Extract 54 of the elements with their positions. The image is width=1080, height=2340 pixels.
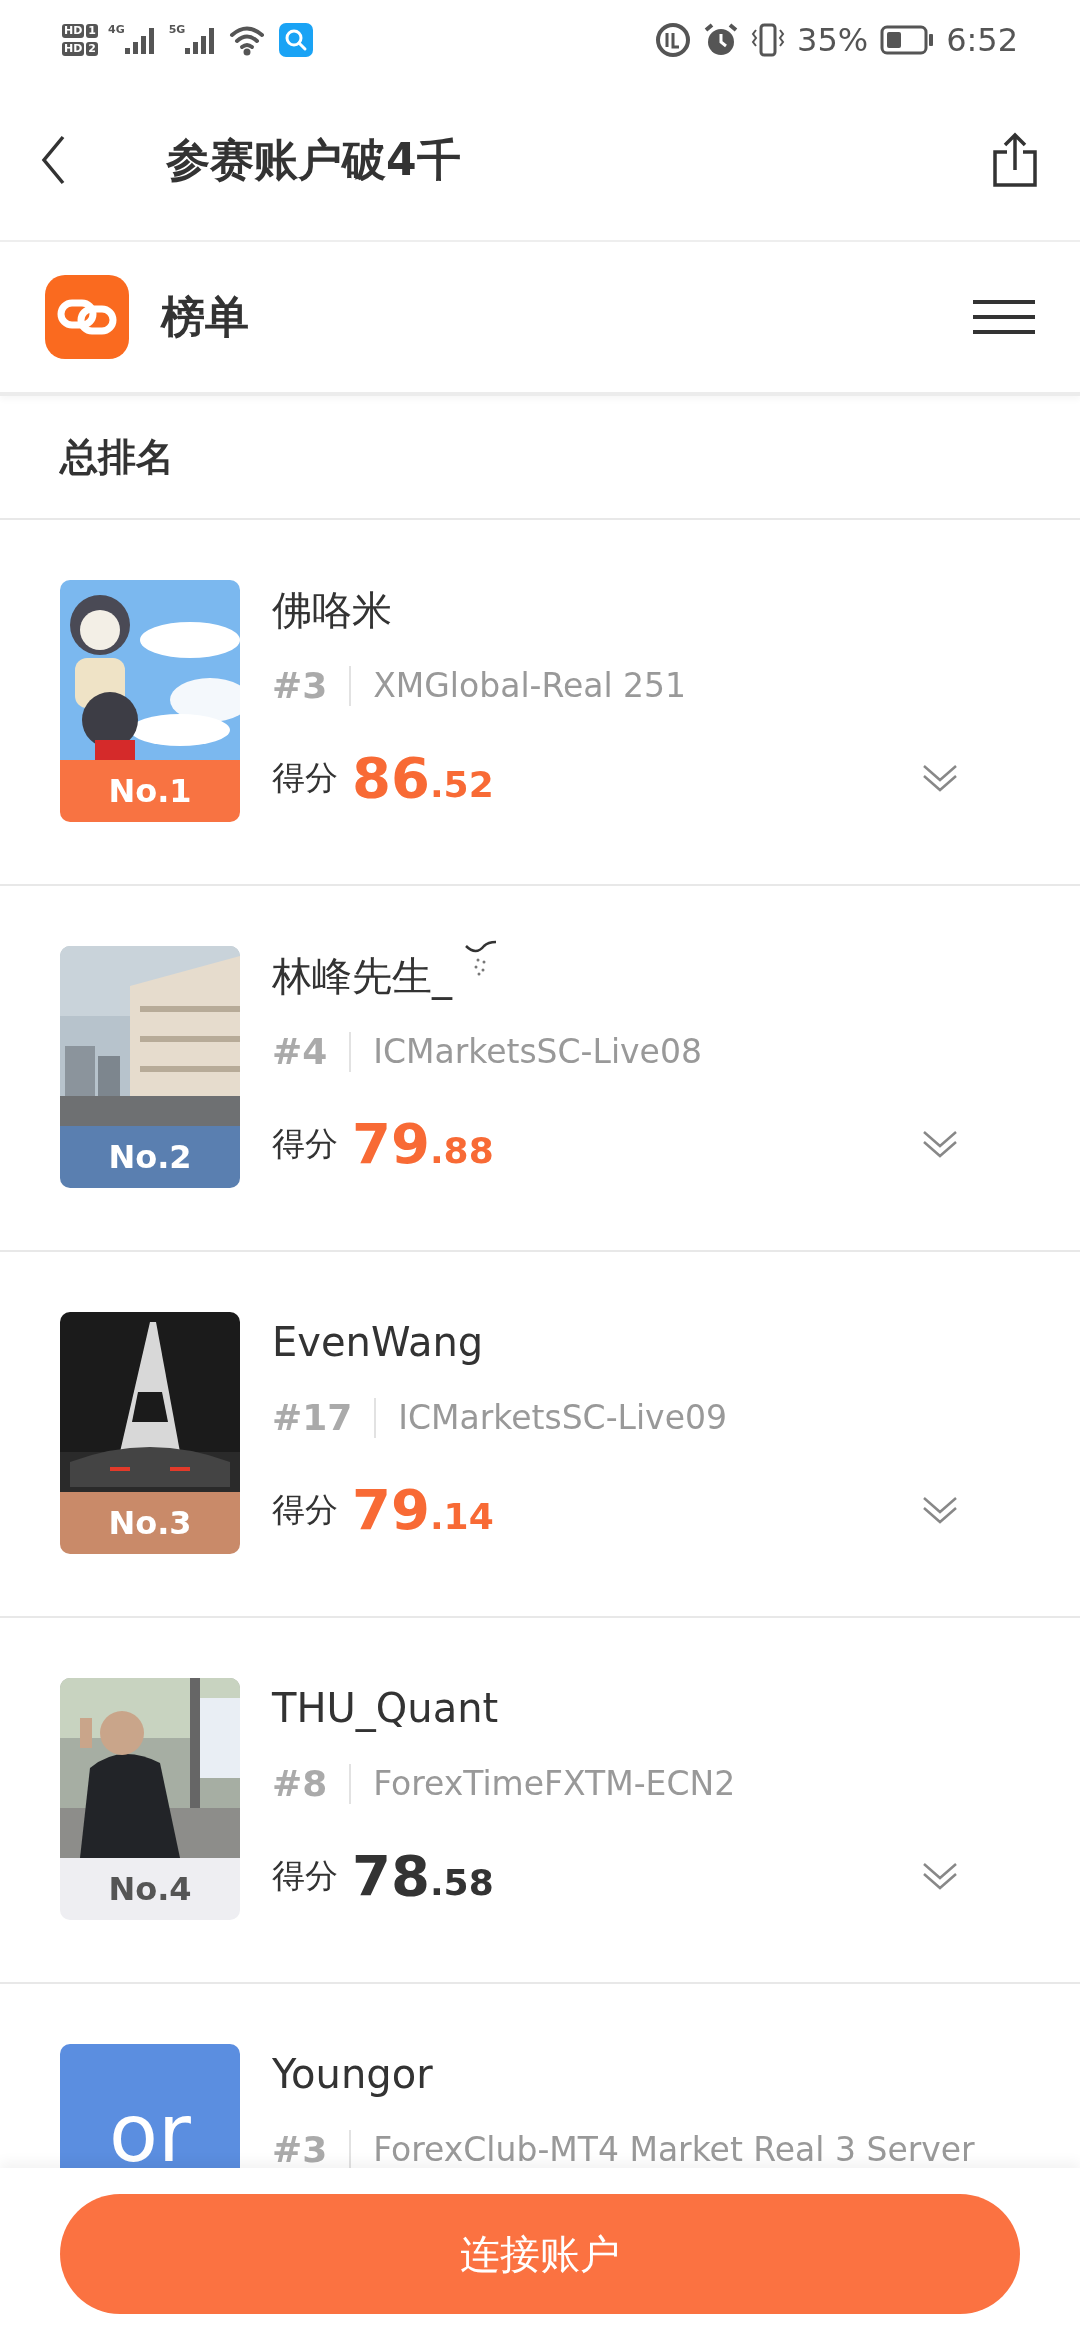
rank-number: #17 [272, 1396, 353, 1440]
battery-percent: 35% [797, 20, 869, 61]
user-name: Youngor [272, 2050, 433, 2099]
user-name: 佛咯米 [272, 586, 392, 635]
user-name: EvenWang [272, 1318, 484, 1367]
user-name: THU_Quant [272, 1684, 499, 1734]
score-value: 79.14 [352, 1476, 495, 1544]
connect-account-button[interactable]: 连接账户 [60, 2194, 1020, 2314]
server-name: ForexTimeFXTM-ECN2 [373, 1763, 736, 1806]
score-label: 得分 [272, 757, 338, 800]
rank-badge: No.2 [60, 1126, 240, 1188]
page-title: 参赛账户破4千 [166, 133, 462, 187]
score-value: 78.58 [352, 1842, 495, 1910]
alarm-icon [703, 22, 739, 58]
battery-icon [880, 25, 935, 55]
rank-number: #8 [272, 1762, 328, 1806]
sim-label: HD [62, 24, 85, 38]
network-label: 4G [108, 24, 125, 35]
server-name: ForexClub-MT4 Market Real 3 Server [373, 2129, 975, 2172]
double-chevron-icon [922, 762, 958, 794]
double-chevron-icon [922, 1128, 958, 1160]
search-app-icon [279, 23, 314, 57]
server-name: ICMarketsSC-Live08 [373, 1031, 702, 1074]
share-icon [992, 132, 1038, 188]
rank-number: #4 [272, 1030, 328, 1074]
score-label: 得分 [272, 1855, 338, 1898]
vibrate-icon [751, 22, 785, 58]
sim-slot: 1 [86, 24, 98, 38]
double-chevron-icon [922, 1860, 958, 1892]
network-label: 5G [168, 24, 186, 35]
sim-label: HD [62, 42, 85, 56]
clock-time: 6:52 [946, 20, 1018, 61]
user-name: 林峰先生_ [272, 952, 452, 1002]
score-value: 79.88 [352, 1110, 495, 1178]
app-logo-icon [45, 275, 129, 359]
rank-number: #3 [272, 664, 328, 708]
data-saver-icon [655, 22, 691, 58]
rank-badge: No.4 [60, 1858, 240, 1920]
ranking-heading: 总排名 [60, 433, 174, 481]
sim-slot: 2 [86, 42, 98, 56]
rank-badge: No.1 [60, 760, 240, 822]
menu-button[interactable] [973, 297, 1035, 337]
rank-badge: No.3 [60, 1492, 240, 1554]
menu-icon [973, 299, 1035, 335]
avatar-initials: or [109, 2094, 191, 2174]
share-button[interactable] [990, 130, 1040, 190]
score-label: 得分 [272, 1123, 338, 1166]
server-name: XMGlobal-Real 251 [373, 665, 687, 708]
server-name: ICMarketsSC-Live09 [398, 1397, 727, 1440]
section-title: 榜单 [161, 290, 250, 344]
rank-number: #3 [272, 2128, 328, 2172]
double-chevron-icon [922, 1494, 958, 1526]
score-label: 得分 [272, 1489, 338, 1532]
score-value: 86.52 [352, 744, 495, 812]
